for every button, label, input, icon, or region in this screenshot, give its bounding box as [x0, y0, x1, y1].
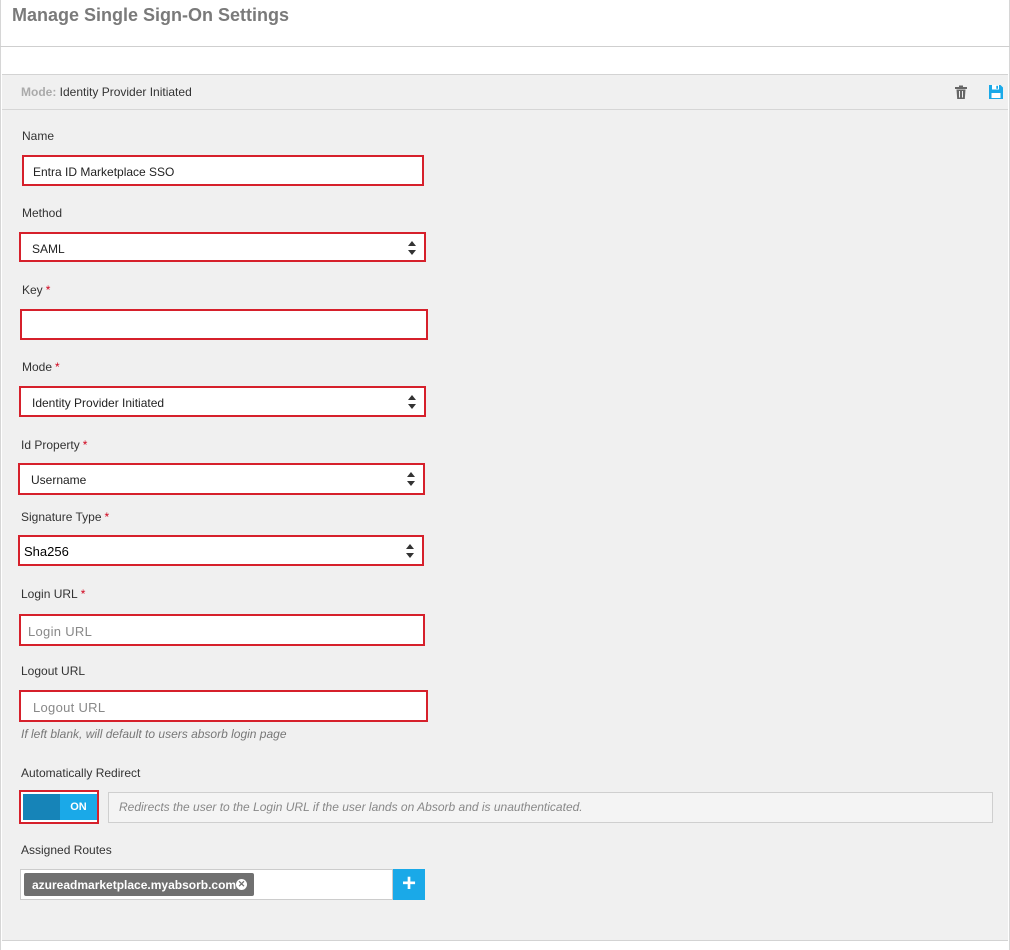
- mode-summary: Mode: Identity Provider Initiated: [21, 85, 192, 99]
- toggle-track: [23, 794, 60, 820]
- required-marker: *: [45, 283, 51, 297]
- mode-summary-value: Identity Provider Initiated: [59, 85, 192, 99]
- required-marker: *: [55, 360, 60, 374]
- key-field[interactable]: [20, 309, 428, 340]
- panel-header: Mode: Identity Provider Initiated: [2, 75, 1008, 110]
- login-url-placeholder: Login URL: [28, 624, 93, 639]
- mode-select-value: Identity Provider Initiated: [32, 396, 165, 410]
- login-url-field[interactable]: Login URL: [19, 614, 425, 646]
- toggle-state: ON: [60, 794, 97, 820]
- assigned-routes-input[interactable]: azureadmarketplace.myabsorb.com ✕: [20, 869, 393, 900]
- left-border: [0, 0, 1, 950]
- signature-type-label: Signature Type *: [21, 510, 109, 524]
- auto-redirect-description: Redirects the user to the Login URL if t…: [108, 792, 993, 823]
- method-label: Method: [22, 206, 63, 220]
- mode-label-text: Mode: [22, 360, 53, 374]
- name-field[interactable]: Entra ID Marketplace SSO: [22, 155, 424, 186]
- updown-arrows-icon: [408, 241, 416, 255]
- logout-url-field[interactable]: Logout URL: [19, 690, 428, 722]
- assigned-routes-label: Assigned Routes: [21, 843, 112, 857]
- signature-type-label-text: Signature Type: [21, 510, 102, 524]
- name-field-value: Entra ID Marketplace SSO: [33, 165, 175, 179]
- mode-label: Mode *: [22, 360, 60, 374]
- required-marker: *: [104, 510, 110, 524]
- mode-select[interactable]: Identity Provider Initiated: [19, 386, 426, 417]
- route-chip-label: azureadmarketplace.myabsorb.com: [32, 878, 237, 892]
- method-select[interactable]: SAML: [19, 232, 426, 262]
- id-property-label: Id Property *: [21, 438, 87, 452]
- trash-icon[interactable]: [953, 84, 969, 100]
- page-title: Manage Single Sign-On Settings: [12, 5, 290, 25]
- name-label: Name: [22, 129, 55, 143]
- logout-url-hint: If left blank, will default to users abs…: [21, 727, 287, 741]
- signature-type-select-value: Sha256: [24, 544, 69, 559]
- id-property-select-value: Username: [31, 473, 87, 487]
- method-select-value: SAML: [32, 242, 65, 256]
- updown-arrows-icon: [407, 472, 415, 486]
- remove-chip-icon[interactable]: ✕: [236, 879, 247, 890]
- title-divider: [0, 46, 1010, 47]
- id-property-label-text: Id Property: [21, 438, 80, 452]
- save-icon[interactable]: [988, 84, 1004, 100]
- required-marker: *: [80, 587, 86, 601]
- route-chip: azureadmarketplace.myabsorb.com ✕: [24, 873, 254, 896]
- logout-url-placeholder: Logout URL: [33, 700, 106, 715]
- mode-summary-label: Mode:: [21, 85, 57, 99]
- key-label: Key *: [22, 283, 50, 297]
- auto-redirect-label: Automatically Redirect: [21, 766, 141, 780]
- id-property-select[interactable]: Username: [18, 463, 425, 495]
- auto-redirect-toggle[interactable]: ON: [19, 790, 99, 824]
- login-url-label-text: Login URL: [21, 587, 78, 601]
- updown-arrows-icon: [408, 395, 416, 409]
- required-marker: *: [82, 438, 88, 452]
- updown-arrows-icon: [406, 544, 414, 558]
- logout-url-label: Logout URL: [21, 664, 86, 678]
- signature-type-select[interactable]: Sha256: [18, 535, 424, 566]
- add-route-button[interactable]: +: [393, 869, 425, 900]
- login-url-label: Login URL *: [21, 587, 85, 601]
- key-label-text: Key: [22, 283, 43, 297]
